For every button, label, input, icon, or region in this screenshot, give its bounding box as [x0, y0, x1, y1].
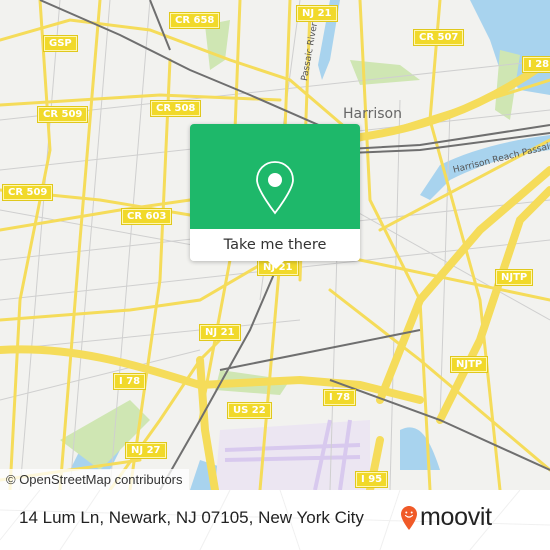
road-shield: NJTP [449, 356, 489, 373]
road-shield: I 78 [112, 373, 147, 390]
road-shield: I 28 [521, 56, 550, 73]
road-shield: GSP [43, 35, 78, 52]
road-shield: CR 509 [36, 106, 89, 123]
road-shield: CR 603 [120, 208, 173, 225]
water-port [400, 427, 440, 470]
road-shield: CR 507 [412, 29, 465, 46]
road-shield: NJ 27 [125, 442, 167, 459]
park-east [350, 60, 420, 85]
road-shield: I 95 [354, 471, 389, 488]
moovit-logo[interactable]: moovit [400, 503, 492, 532]
map-pin-icon [256, 161, 294, 215]
brand-name: moovit [420, 503, 492, 531]
road-shield: NJ 21 [296, 5, 338, 22]
take-me-there-button[interactable]: Take me there [190, 229, 360, 261]
moovit-pin-icon [401, 505, 417, 530]
road-shield: I 78 [322, 389, 357, 406]
location-popup: Take me there [190, 124, 360, 269]
map-attribution[interactable]: © OpenStreetMap contributors [0, 469, 189, 490]
road-shield: US 22 [227, 402, 272, 419]
map-view[interactable]: CR 658 NJ 21 CR 507 I 28 GSP CR 509 CR 5… [0, 0, 550, 490]
popup-header [190, 124, 360, 229]
place-label-harrison: Harrison [343, 106, 402, 122]
road-shield: CR 508 [149, 100, 202, 117]
road-shield: NJ 21 [199, 324, 241, 341]
popup-pointer [268, 261, 284, 269]
road-shield: NJTP [494, 269, 534, 286]
road-shield: CR 509 [1, 184, 54, 201]
road-shield: CR 658 [168, 12, 221, 29]
address-text: 14 Lum Ln, Newark, NJ 07105, New York Ci… [19, 508, 364, 527]
